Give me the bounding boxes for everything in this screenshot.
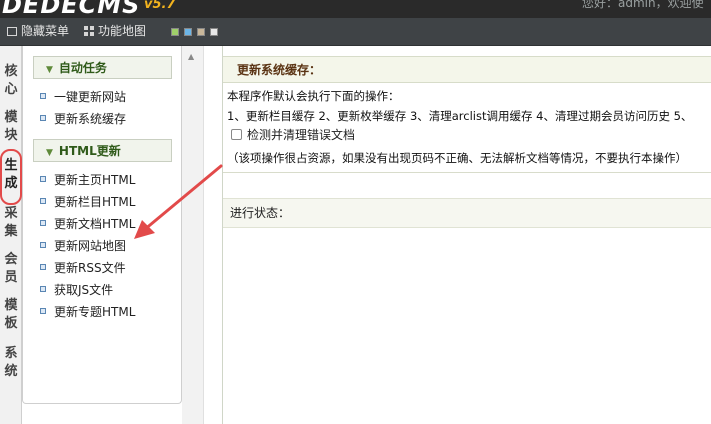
side-tab-module[interactable]: 模块 xyxy=(2,109,20,145)
hide-menu-button[interactable]: 隐藏菜单 xyxy=(7,18,69,45)
annotation-arrow-icon xyxy=(134,164,223,239)
logo: DEDECMS xyxy=(2,0,141,18)
caret-down-icon: ▼ xyxy=(46,65,53,75)
clean-error-docs-checkbox[interactable] xyxy=(231,129,242,140)
note-text: （该项操作很占资源，如果没有出现页码不正确、无法解析文档等情况，不要执行本操作） xyxy=(227,151,687,165)
logo-version: v5.7 xyxy=(144,0,176,12)
panel-icon xyxy=(7,27,17,36)
side-tab-core[interactable]: 核心 xyxy=(2,63,20,99)
bullet-icon xyxy=(40,242,46,248)
status-bar: 进行状态： xyxy=(223,198,711,228)
menu-item-get-js[interactable]: 获取JS文件 xyxy=(40,280,113,300)
top-toolbar: 隐藏菜单 功能地图 xyxy=(0,18,711,46)
bullet-icon xyxy=(40,115,46,121)
menu-item-update-sitemap[interactable]: 更新网站地图 xyxy=(40,236,126,256)
annotation-circle xyxy=(0,149,22,205)
bullet-icon xyxy=(40,176,46,182)
bullet-icon xyxy=(40,308,46,314)
checkbox-label: 检测并清理错误文档 xyxy=(247,128,356,142)
divider xyxy=(223,172,711,173)
theme-swatch-tan[interactable] xyxy=(197,28,205,36)
menu-item-update-site[interactable]: 一键更新网站 xyxy=(40,87,126,107)
grid-icon xyxy=(84,26,94,36)
content-title-bar: 更新系统缓存： xyxy=(223,56,711,83)
theme-swatch-green[interactable] xyxy=(171,28,179,36)
bullet-icon xyxy=(40,286,46,292)
bullet-icon xyxy=(40,93,46,99)
side-tab-template[interactable]: 模板 xyxy=(2,297,20,333)
menu-item-update-docs[interactable]: 更新文档HTML xyxy=(40,214,135,234)
hide-menu-label: 隐藏菜单 xyxy=(21,24,70,38)
menu-group-html-update[interactable]: ▼ HTML更新 xyxy=(33,139,172,162)
side-tab-system[interactable]: 系统 xyxy=(2,345,20,381)
status-label: 进行状态： xyxy=(230,206,291,220)
theme-swatch-white[interactable] xyxy=(210,28,218,36)
menu-group-auto-tasks[interactable]: ▼ 自动任务 xyxy=(33,56,172,79)
menu-item-update-rss[interactable]: 更新RSS文件 xyxy=(40,258,126,278)
side-tab-collect[interactable]: 采集 xyxy=(2,205,20,241)
scroll-up-icon[interactable]: ▲ xyxy=(188,52,194,61)
function-map-button[interactable]: 功能地图 xyxy=(84,18,146,45)
welcome-text: 您好：admin，欢迎使 xyxy=(582,0,704,10)
bullet-icon xyxy=(40,264,46,270)
menu-item-update-column[interactable]: 更新栏目HTML xyxy=(40,192,135,212)
app-header: DEDECMS v5.7 您好：admin，欢迎使 xyxy=(0,0,711,18)
bullet-icon xyxy=(40,220,46,226)
page-title: 更新系统缓存： xyxy=(237,63,322,77)
side-tab-member[interactable]: 会员 xyxy=(2,251,20,287)
intro-text: 本程序作默认会执行下面的操作： xyxy=(227,89,400,103)
operations-text: 1、更新栏目缓存 2、更新枚举缓存 3、清理arclist调用缓存 4、清理过期… xyxy=(227,109,693,123)
bullet-icon xyxy=(40,198,46,204)
theme-swatch-blue[interactable] xyxy=(184,28,192,36)
caret-down-icon: ▼ xyxy=(46,148,53,158)
menu-item-update-cache[interactable]: 更新系统缓存 xyxy=(40,109,126,129)
menu-item-update-home[interactable]: 更新主页HTML xyxy=(40,170,135,190)
menu-item-update-topics[interactable]: 更新专题HTML xyxy=(40,302,135,322)
function-map-label: 功能地图 xyxy=(98,24,147,38)
